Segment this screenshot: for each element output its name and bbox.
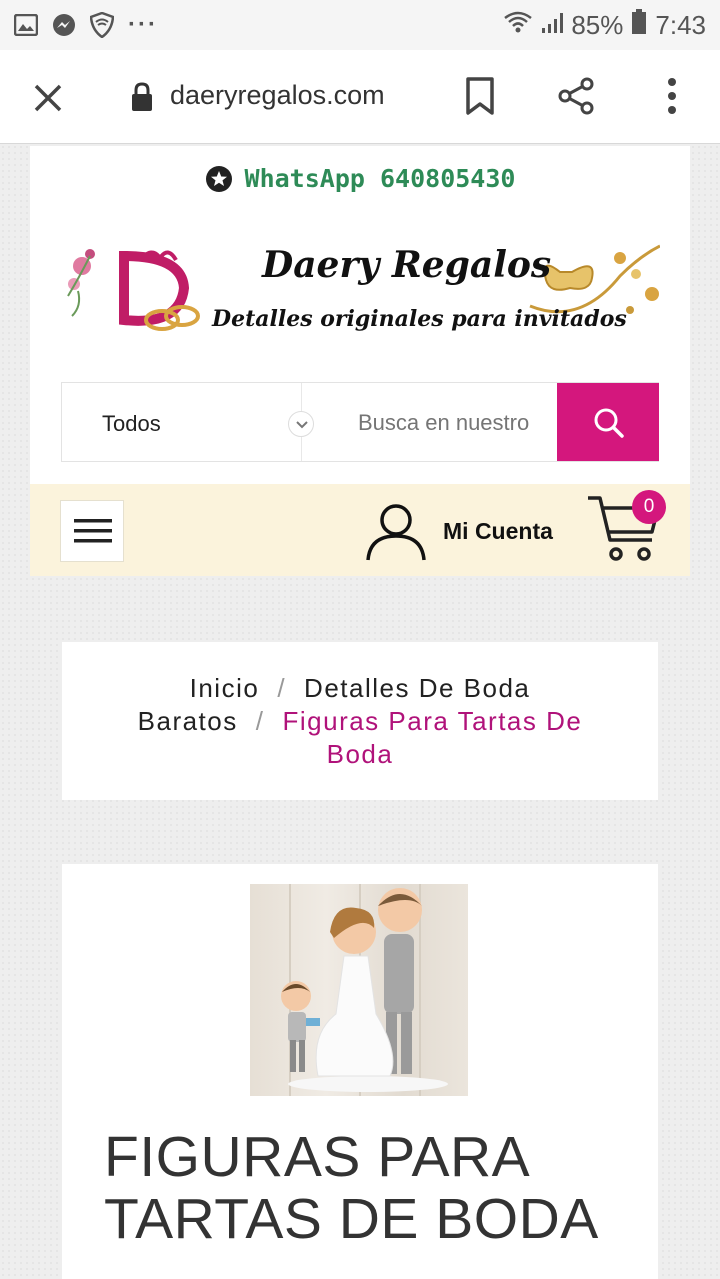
close-icon[interactable]	[30, 80, 66, 116]
whatsapp-label: WhatsApp 640805430	[244, 164, 516, 193]
search-button[interactable]	[557, 383, 659, 461]
bookmark-icon[interactable]	[464, 76, 496, 116]
category-title: FIGURAS PARA TARTAS DE BODA	[104, 1125, 599, 1251]
user-icon[interactable]	[364, 502, 428, 562]
breadcrumb-parent[interactable]: Detalles De Boda	[304, 673, 530, 703]
browser-toolbar: daeryregalos.com	[0, 50, 720, 144]
whatsapp-link[interactable]: WhatsApp 640805430	[30, 164, 690, 193]
category-card: FIGURAS PARA TARTAS DE BODA	[62, 864, 658, 1279]
nav-bar: Mi Cuenta 0	[30, 484, 690, 576]
breadcrumb-home[interactable]: Inicio	[190, 673, 260, 703]
hamburger-icon	[74, 517, 112, 550]
category-select-value: Todos	[102, 411, 161, 436]
menu-button[interactable]	[60, 500, 124, 562]
more-notifications-icon: ···	[128, 11, 158, 38]
overflow-menu-icon[interactable]	[660, 76, 684, 116]
breadcrumb: Inicio / Detalles De Boda Baratos / Figuras …	[62, 642, 658, 800]
status-bar: ··· 85% 7:43	[0, 0, 720, 50]
site-header: WhatsApp 640805430 Daery Regalos Detalle…	[30, 146, 690, 484]
star-icon	[205, 165, 233, 193]
logo-subtitle: Detalles originales para invitados	[212, 306, 627, 332]
search-input[interactable]	[358, 405, 538, 441]
category-select[interactable]: Todos	[62, 383, 314, 461]
breadcrumb-separator: /	[255, 706, 265, 736]
lock-icon	[130, 82, 154, 112]
share-icon[interactable]	[556, 76, 596, 116]
messenger-icon	[52, 13, 76, 37]
wifi-icon	[503, 10, 533, 41]
chevron-down-icon	[288, 411, 314, 437]
cart-count-badge: 0	[632, 490, 666, 524]
clock: 7:43	[655, 9, 706, 40]
shield-icon	[90, 12, 114, 38]
search-bar: Todos	[61, 382, 659, 462]
breadcrumb-separator: /	[277, 673, 287, 703]
url-bar[interactable]: daeryregalos.com	[170, 80, 385, 111]
signal-icon	[541, 10, 564, 41]
category-image[interactable]	[250, 884, 468, 1096]
breadcrumb-current: Figuras Para Tartas De	[282, 706, 583, 736]
breadcrumb-current-cont: Boda	[326, 739, 394, 769]
battery-percent: 85%	[571, 9, 624, 40]
account-link[interactable]: Mi Cuenta	[443, 518, 553, 545]
search-icon	[593, 407, 625, 444]
breadcrumb-parent-cont[interactable]: Baratos	[138, 706, 238, 736]
gallery-icon	[14, 13, 38, 37]
logo-title: Daery Regalos	[262, 244, 552, 286]
battery-icon	[631, 8, 647, 42]
